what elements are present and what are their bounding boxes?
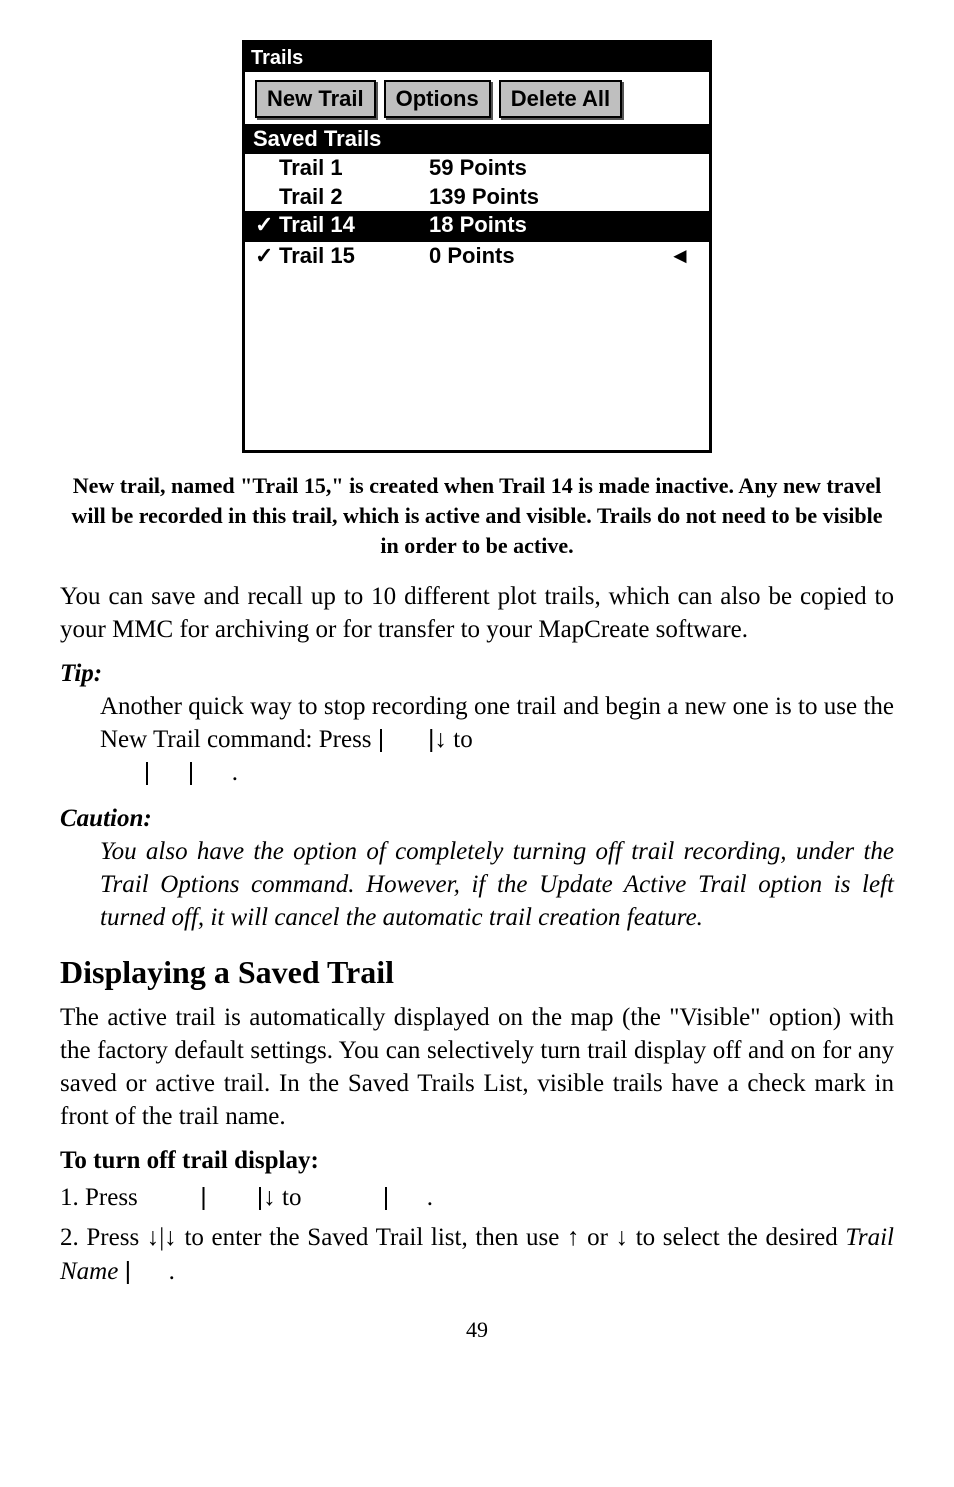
toolbar: New Trail Options Delete All <box>245 72 709 124</box>
tip-body: Another quick way to stop recording one … <box>100 690 894 789</box>
caution-body: You also have the option of completely t… <box>100 835 894 934</box>
key-pipe-down: |↓ <box>257 1183 276 1211</box>
trail-points: 59 Points <box>429 154 669 183</box>
step-1: 1. Press | |↓ to | . <box>60 1181 894 1215</box>
tip-label: Tip: <box>60 660 894 688</box>
key-pipe: | <box>200 1183 207 1211</box>
window-title: Trails <box>245 43 709 72</box>
step1-a: 1. Press <box>60 1184 144 1211</box>
check-icon: ✓ <box>255 211 279 240</box>
tip-text-c: . <box>232 759 238 786</box>
key-pipe-down: |↓ <box>428 725 447 753</box>
trail-points: 139 Points <box>429 183 669 212</box>
check-icon: ✓ <box>255 242 279 271</box>
tip-text-b: to <box>453 726 472 753</box>
section-heading: Displaying a Saved Trail <box>60 954 894 991</box>
figure-caption: New trail, named "Trail 15," is created … <box>70 471 884 560</box>
saved-trails-list: Trail 1 59 Points Trail 2 139 Points ✓ T… <box>245 154 709 450</box>
trail-row[interactable]: Trail 2 139 Points <box>245 183 709 212</box>
key-pipe: | <box>383 1183 390 1211</box>
trail-row[interactable]: ✓ Trail 14 18 Points <box>245 211 709 240</box>
subheading: To turn off trail display: <box>60 1147 894 1175</box>
key-pipe: | <box>188 758 195 786</box>
options-button[interactable]: Options <box>384 80 491 118</box>
trails-screenshot: Trails New Trail Options Delete All Save… <box>242 40 712 453</box>
cursor-icon: ◄ <box>669 242 699 271</box>
key-pipe: | <box>144 758 151 786</box>
trail-name: Trail 15 <box>279 242 429 271</box>
trail-row[interactable]: ✓ Trail 15 0 Points ◄ <box>245 240 709 271</box>
step2-a: 2. Press ↓|↓ to enter the Saved Trail li… <box>60 1224 845 1251</box>
step2-d: . <box>169 1258 175 1285</box>
caution-label: Caution: <box>60 805 894 833</box>
list-blank-area <box>245 270 709 450</box>
intro-paragraph: You can save and recall up to 10 differe… <box>60 580 894 646</box>
trail-points: 0 Points <box>429 242 669 271</box>
tip-text-a: Another quick way to stop recording one … <box>100 693 894 753</box>
step-2: 2. Press ↓|↓ to enter the Saved Trail li… <box>60 1221 894 1289</box>
trail-row[interactable]: Trail 1 59 Points <box>245 154 709 183</box>
page-number: 49 <box>60 1317 894 1343</box>
trail-name: Trail 14 <box>279 211 429 240</box>
step1-b: to <box>282 1184 308 1211</box>
trail-name: Trail 2 <box>279 183 429 212</box>
step1-c: . <box>427 1184 433 1211</box>
trail-name: Trail 1 <box>279 154 429 183</box>
new-trail-button[interactable]: New Trail <box>255 80 376 118</box>
delete-all-button[interactable]: Delete All <box>499 80 622 118</box>
key-pipe: | <box>125 1257 132 1285</box>
key-pipe: | <box>378 725 385 753</box>
trail-points: 18 Points <box>429 211 669 240</box>
display-paragraph: The active trail is automatically displa… <box>60 1001 894 1133</box>
saved-trails-header: Saved Trails <box>245 124 709 154</box>
